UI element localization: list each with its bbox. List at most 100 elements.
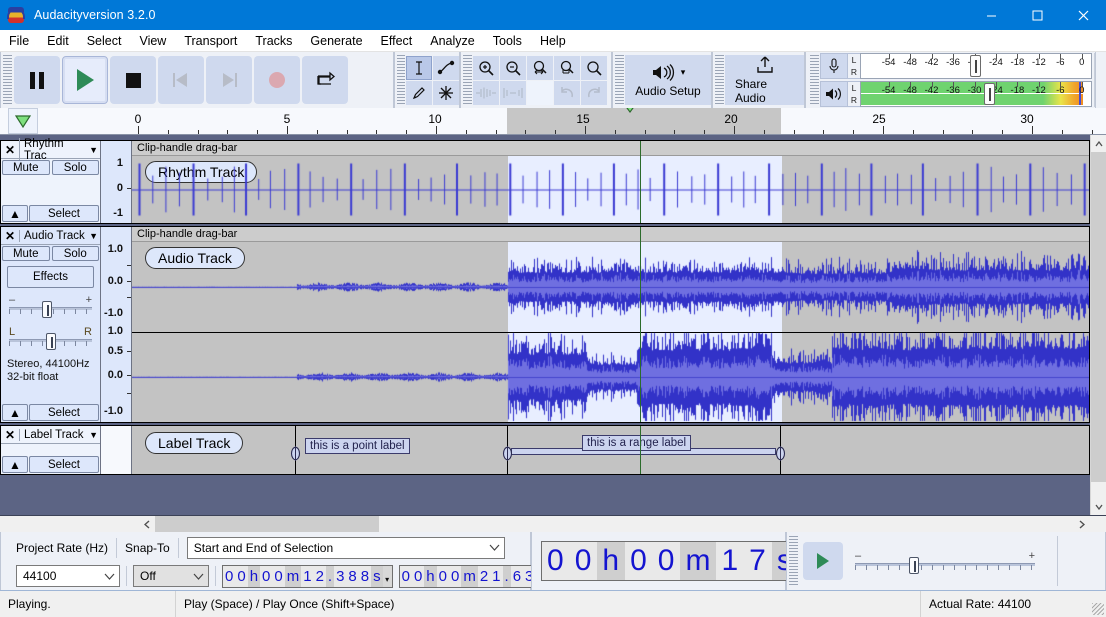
track-rhythm-close-button[interactable]: ✕ xyxy=(1,141,19,159)
time-unit[interactable]: m xyxy=(285,566,302,587)
track-audio-close-button[interactable]: ✕ xyxy=(1,227,19,245)
timeline-ruler[interactable]: 051015202530 xyxy=(0,108,1106,135)
track-label-select-button[interactable]: Select xyxy=(29,456,99,473)
track-audio-gain-slider[interactable]: – + xyxy=(9,296,92,316)
track-label-control-panel[interactable]: ✕ Label Track ▼ ▲ Select xyxy=(1,426,101,474)
menu-generate[interactable]: Generate xyxy=(301,31,371,51)
menu-edit[interactable]: Edit xyxy=(38,31,78,51)
track-label[interactable]: ✕ Label Track ▼ ▲ Select Label Track thi… xyxy=(0,425,1090,475)
chevron-down-icon[interactable]: ▼ xyxy=(89,231,98,241)
track-audio-name[interactable]: Audio Track ▼ xyxy=(19,230,100,242)
track-rhythm-select-button[interactable]: Select xyxy=(29,205,99,222)
range-label-text[interactable]: this is a range label xyxy=(582,435,691,451)
time-digit[interactable]: 1 xyxy=(301,566,313,587)
pan-slider-thumb[interactable] xyxy=(46,333,56,350)
track-rhythm-mute-button[interactable]: Mute xyxy=(2,160,50,175)
maximize-button[interactable] xyxy=(1014,0,1060,30)
time-digit[interactable]: 0 xyxy=(235,566,247,587)
time-digit[interactable]: 2 xyxy=(314,566,326,587)
track-label-close-button[interactable]: ✕ xyxy=(1,426,19,444)
menu-tracks[interactable]: Tracks xyxy=(246,31,301,51)
toolbar-grip-icon[interactable] xyxy=(715,55,724,105)
recording-meter-bar[interactable]: -54-48-42-36-30-24-18-12-60 xyxy=(860,53,1092,79)
horizontal-scrollbar-thumb[interactable] xyxy=(155,516,379,532)
audio-setup-button[interactable]: ▾ Audio Setup xyxy=(625,55,711,105)
playback-meter-bar[interactable]: -54-48-42-36-30-24-18-12-60 xyxy=(860,81,1092,107)
track-label-name-bar[interactable]: ✕ Label Track ▼ xyxy=(1,426,100,444)
track-audio-mute-button[interactable]: Mute xyxy=(2,246,50,261)
point-label-handle[interactable] xyxy=(289,445,302,462)
horizontal-scrollbar[interactable] xyxy=(0,515,1106,532)
selection-tool-button[interactable] xyxy=(406,56,432,80)
track-label-name[interactable]: Label Track ▼ xyxy=(19,429,100,441)
vertical-scrollbar[interactable] xyxy=(1090,135,1106,515)
menu-transport[interactable]: Transport xyxy=(175,31,246,51)
redo-button[interactable] xyxy=(581,81,607,105)
time-digit[interactable]: 0 xyxy=(625,542,653,580)
track-label-clip-name[interactable]: Label Track xyxy=(145,432,243,454)
menu-effect[interactable]: Effect xyxy=(372,31,422,51)
selection-start-time-field[interactable]: 00h00m12.388s▾ xyxy=(222,565,393,588)
range-label-end-handle[interactable] xyxy=(774,445,787,462)
menu-file[interactable]: File xyxy=(0,31,38,51)
zoom-in-button[interactable] xyxy=(473,56,499,80)
scroll-right-arrow-icon[interactable] xyxy=(1073,516,1090,532)
scroll-up-arrow-icon[interactable] xyxy=(1091,135,1106,152)
time-digit[interactable]: 8 xyxy=(359,566,371,587)
track-audio-collapse-button[interactable]: ▲ xyxy=(2,404,28,421)
menu-select[interactable]: Select xyxy=(78,31,131,51)
meter-slider-thumb[interactable] xyxy=(984,83,995,105)
menu-tools[interactable]: Tools xyxy=(484,31,531,51)
toolbar-grip-icon[interactable] xyxy=(615,55,624,105)
play-at-speed-button[interactable] xyxy=(803,542,843,580)
time-unit[interactable]: h xyxy=(248,566,260,587)
track-rhythm-control-panel[interactable]: ✕ Rhythm Trac ▼ Mute Solo ▲ Select xyxy=(1,141,101,223)
time-digit[interactable]: 0 xyxy=(542,542,570,580)
time-digit[interactable]: 6 xyxy=(511,566,523,587)
time-digit[interactable]: 3 xyxy=(334,566,346,587)
track-rhythm-waveform[interactable]: Clip-handle drag-bar Rhythm Track xyxy=(132,141,1089,223)
track-rhythm-vertical-ruler[interactable]: 1 0 -1 xyxy=(101,141,132,223)
track-audio[interactable]: ✕ Audio Track ▼ Mute Solo Effects – + xyxy=(0,226,1090,423)
record-button[interactable] xyxy=(254,56,300,104)
resize-grip-icon[interactable] xyxy=(1092,603,1104,615)
vertical-scrollbar-thumb[interactable] xyxy=(1091,152,1106,482)
time-digit[interactable]: 0 xyxy=(570,542,598,580)
pause-button[interactable] xyxy=(14,56,60,104)
track-rhythm[interactable]: ✕ Rhythm Trac ▼ Mute Solo ▲ Select 1 0 xyxy=(0,140,1090,224)
time-unit[interactable]: . xyxy=(326,566,334,587)
time-unit[interactable]: m xyxy=(461,566,478,587)
playback-meter[interactable]: L R -54-48-42-36-30-24-18-12-60 xyxy=(820,81,1092,107)
minimize-button[interactable] xyxy=(968,0,1014,30)
timeline-scale[interactable]: 051015202530 xyxy=(131,108,1106,134)
zoom-toggle-button[interactable] xyxy=(581,56,607,80)
multi-tool-button[interactable] xyxy=(433,81,459,105)
track-audio-name-bar[interactable]: ✕ Audio Track ▼ xyxy=(1,227,100,245)
recording-meter[interactable]: L R -54-48-42-36-30-24-18-12-60 xyxy=(820,53,1092,79)
fit-project-button[interactable] xyxy=(554,56,580,80)
share-audio-button[interactable]: Share Audio xyxy=(725,55,804,105)
time-digit[interactable]: 0 xyxy=(260,566,272,587)
time-digit[interactable]: 7 xyxy=(744,542,772,580)
gain-slider-thumb[interactable] xyxy=(42,301,52,318)
time-digit[interactable]: 8 xyxy=(346,566,358,587)
time-field-caret-icon[interactable]: ▾ xyxy=(383,566,392,587)
scroll-down-arrow-icon[interactable] xyxy=(1091,498,1106,515)
time-digit[interactable]: 1 xyxy=(716,542,744,580)
silence-audio-button[interactable] xyxy=(500,81,526,105)
snap-to-select[interactable]: Off xyxy=(133,565,209,587)
track-audio-vertical-ruler[interactable]: 1.0 0.0 -1.0 1.0 0.5 0.0 -1.0 xyxy=(101,227,132,422)
time-digit[interactable]: 1 xyxy=(490,566,502,587)
loop-button[interactable] xyxy=(302,56,348,104)
fit-selection-button[interactable] xyxy=(527,56,553,80)
skip-to-start-button[interactable] xyxy=(158,56,204,104)
menu-view[interactable]: View xyxy=(130,31,175,51)
menu-help[interactable]: Help xyxy=(531,31,575,51)
scroll-left-arrow-icon[interactable] xyxy=(138,516,155,532)
time-unit[interactable]: m xyxy=(680,542,716,580)
track-label-collapse-button[interactable]: ▲ xyxy=(2,456,28,473)
time-unit[interactable]: s xyxy=(371,566,383,587)
draw-tool-button[interactable] xyxy=(406,81,432,105)
toolbar-grip-icon[interactable] xyxy=(397,55,405,105)
selection-mode-select[interactable]: Start and End of Selection xyxy=(187,537,505,559)
